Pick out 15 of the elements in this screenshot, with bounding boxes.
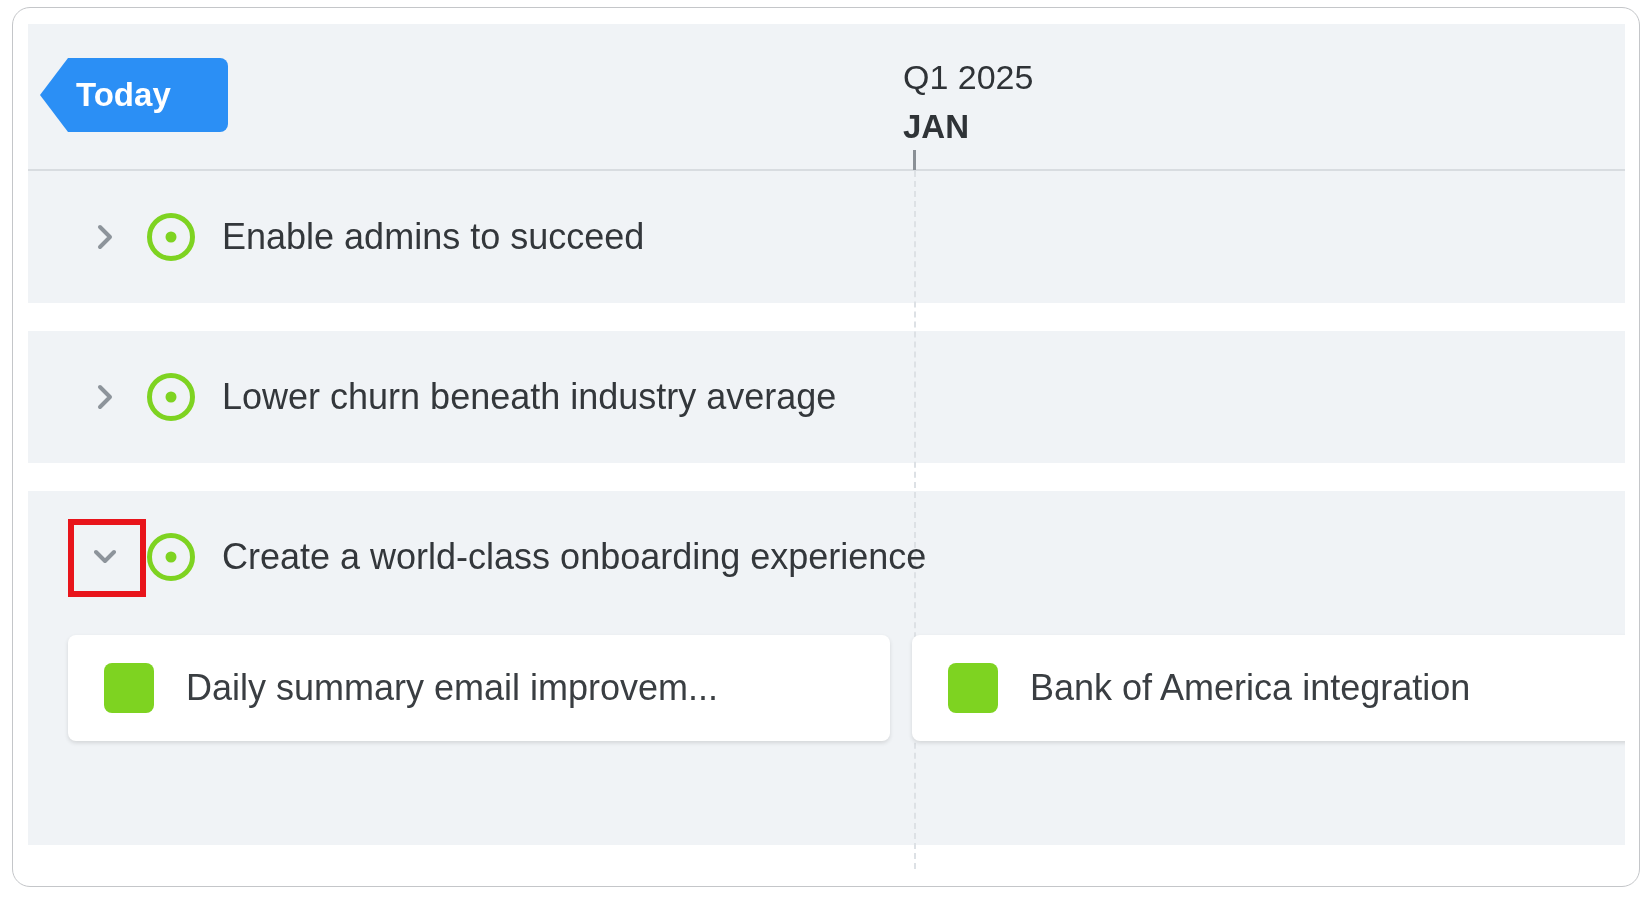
feature-card[interactable]: Daily summary email improvem...: [68, 635, 890, 741]
goal-title: Enable admins to succeed: [222, 215, 645, 259]
status-square-icon: [104, 663, 154, 713]
goal-title: Create a world-class onboarding experience: [222, 535, 927, 579]
feature-title: Daily summary email improvem...: [186, 666, 719, 710]
feature-card[interactable]: Bank of America integration: [912, 635, 1625, 741]
feature-title: Bank of America integration: [1030, 666, 1471, 710]
target-icon: [146, 532, 196, 582]
target-icon: [146, 372, 196, 422]
month-label: JAN: [903, 107, 970, 147]
quarter-label: Q1 2025: [903, 57, 1034, 98]
month-tick: [913, 150, 916, 170]
status-square-icon: [948, 663, 998, 713]
target-icon: [146, 212, 196, 262]
goal-title: Lower churn beneath industry average: [222, 375, 837, 419]
